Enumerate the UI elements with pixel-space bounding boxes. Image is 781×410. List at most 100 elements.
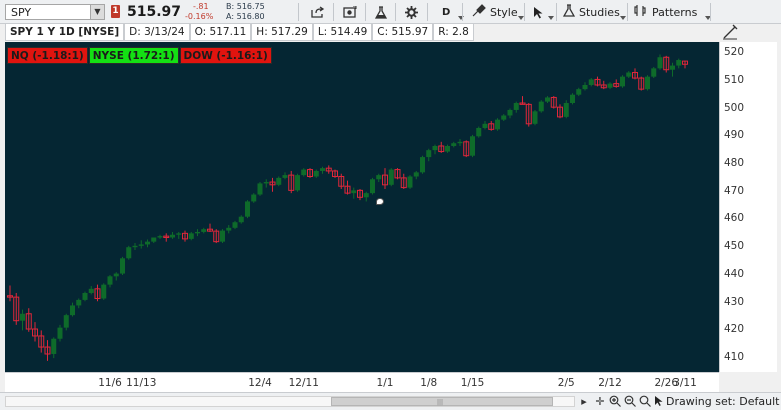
candle[interactable] <box>525 103 532 127</box>
candle[interactable] <box>113 272 119 281</box>
candle[interactable] <box>470 134 475 158</box>
candle[interactable] <box>145 239 150 248</box>
candle[interactable] <box>413 170 419 180</box>
candle[interactable] <box>332 169 338 178</box>
price-chart[interactable]: NQ (-1.18:1) NYSE (1.72:1) DOW (-1.16:1) <box>5 42 719 372</box>
candle[interactable] <box>651 66 657 79</box>
snapshot-button[interactable] <box>343 4 357 20</box>
candle[interactable] <box>157 234 163 239</box>
candle[interactable] <box>132 243 138 250</box>
candle[interactable] <box>195 229 200 237</box>
candle[interactable] <box>126 245 132 260</box>
candle[interactable] <box>44 340 51 361</box>
candle[interactable] <box>645 75 650 91</box>
patterns-button[interactable]: Patterns <box>634 4 712 20</box>
candle[interactable] <box>107 274 113 288</box>
candle[interactable] <box>457 139 463 146</box>
candle[interactable] <box>632 68 638 80</box>
candle[interactable] <box>7 285 13 302</box>
candle[interactable] <box>269 177 276 192</box>
candle[interactable] <box>94 284 101 302</box>
settings-button[interactable] <box>405 4 418 20</box>
candle[interactable] <box>600 80 607 90</box>
candle[interactable] <box>501 114 507 122</box>
symbol-link-badge[interactable]: 1 <box>111 5 120 18</box>
candle[interactable] <box>557 104 563 119</box>
candle[interactable] <box>32 322 38 342</box>
pointer-icon[interactable] <box>653 395 665 408</box>
candle[interactable] <box>638 76 645 91</box>
candle[interactable] <box>545 96 550 104</box>
candle[interactable] <box>138 240 144 249</box>
horizontal-scrollbar[interactable]: ||| <box>5 396 575 407</box>
candle[interactable] <box>88 286 94 295</box>
candle[interactable] <box>70 302 75 317</box>
studies-button[interactable]: Studies <box>562 4 626 20</box>
candle[interactable] <box>370 177 375 195</box>
zoom-fit-icon[interactable] <box>639 395 651 408</box>
candle[interactable] <box>563 100 569 119</box>
candle[interactable] <box>407 175 413 189</box>
candle[interactable] <box>307 168 313 178</box>
candle[interactable] <box>20 309 25 331</box>
candle[interactable] <box>476 126 482 138</box>
candle[interactable] <box>463 140 470 158</box>
candle[interactable] <box>313 169 319 178</box>
candle[interactable] <box>226 225 232 234</box>
candle[interactable] <box>232 220 238 230</box>
candle[interactable] <box>276 176 282 187</box>
candle[interactable] <box>351 187 357 199</box>
candle[interactable] <box>282 172 288 180</box>
candle[interactable] <box>482 121 488 130</box>
candlestick-plot[interactable] <box>5 42 719 372</box>
candle[interactable] <box>538 100 544 113</box>
candle[interactable] <box>188 231 194 241</box>
candle[interactable] <box>432 144 438 155</box>
candle[interactable] <box>400 173 407 189</box>
chevron-down-icon[interactable]: ▼ <box>90 5 104 19</box>
candle[interactable] <box>51 337 57 359</box>
candle[interactable] <box>620 75 625 88</box>
badge-dow[interactable]: DOW (-1.16:1) <box>179 47 272 64</box>
candle[interactable] <box>682 60 688 69</box>
candle[interactable] <box>594 76 601 87</box>
candle[interactable] <box>532 109 538 126</box>
candle[interactable] <box>57 324 63 342</box>
candle[interactable] <box>382 168 388 189</box>
candle[interactable] <box>657 54 663 70</box>
candle[interactable] <box>626 71 632 79</box>
candle[interactable] <box>295 173 300 192</box>
candle[interactable] <box>325 165 332 174</box>
candle[interactable] <box>513 101 519 113</box>
candle[interactable] <box>257 182 263 196</box>
date-axis[interactable]: 11/6 11/13 12/4 12/11 1/1 1/8 1/15 2/5 2/12 2/26 3… <box>5 372 719 392</box>
candle[interactable] <box>151 237 157 244</box>
candle[interactable] <box>301 168 307 177</box>
scroll-right-icon[interactable]: ▸ <box>578 395 590 408</box>
candle[interactable] <box>38 330 45 353</box>
share-button[interactable] <box>311 4 325 20</box>
candle[interactable] <box>363 191 369 202</box>
badge-nq[interactable]: NQ (-1.18:1) <box>7 47 88 64</box>
cursor-button[interactable] <box>533 4 554 20</box>
candle[interactable] <box>582 82 588 91</box>
pan-icon[interactable]: ✛ <box>594 395 606 408</box>
scrollbar-thumb[interactable]: ||| <box>331 397 553 406</box>
candle[interactable] <box>344 180 351 195</box>
candle[interactable] <box>570 93 575 105</box>
candle[interactable] <box>488 121 495 131</box>
drawing-set-label[interactable]: Drawing set: Default <box>666 395 779 408</box>
candle[interactable] <box>220 229 225 244</box>
candle[interactable] <box>420 155 425 174</box>
candle[interactable] <box>213 229 220 244</box>
candle[interactable] <box>388 168 394 187</box>
candle[interactable] <box>550 96 557 109</box>
candle[interactable] <box>451 141 457 148</box>
candle[interactable] <box>182 230 188 242</box>
candle[interactable] <box>263 179 269 188</box>
candle[interactable] <box>207 223 213 232</box>
candle[interactable] <box>607 82 613 90</box>
candle[interactable] <box>120 256 125 275</box>
candle[interactable] <box>170 231 175 239</box>
candle[interactable] <box>201 227 207 234</box>
